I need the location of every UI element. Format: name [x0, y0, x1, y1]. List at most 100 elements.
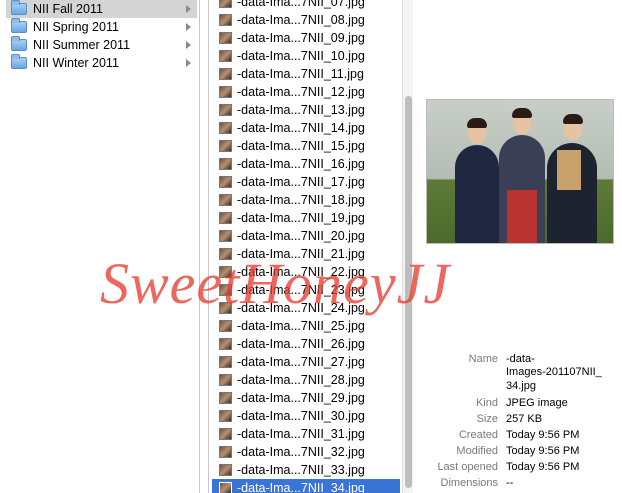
info-label: Dimensions	[440, 477, 498, 489]
image-file-icon	[219, 86, 232, 98]
info-label: Kind	[475, 397, 498, 409]
folder-label: NII Spring 2011	[33, 20, 119, 34]
info-label: Created	[458, 429, 498, 441]
file-item[interactable]: -data-Ima...7NII_28.jpg	[212, 371, 400, 389]
info-created-row: Created Today 9:56 PM	[414, 429, 622, 445]
file-item[interactable]: -data-Ima...7NII_23.jpg	[212, 281, 400, 299]
chevron-right-icon	[186, 41, 191, 49]
file-label: -data-Ima...7NII_32.jpg	[237, 445, 365, 459]
image-file-icon	[219, 122, 232, 134]
image-file-icon	[219, 320, 232, 332]
image-file-icon	[219, 428, 232, 440]
folder-label: NII Summer 2011	[33, 38, 131, 52]
file-item[interactable]: -data-Ima...7NII_17.jpg	[212, 173, 400, 191]
file-item[interactable]: -data-Ima...7NII_10.jpg	[212, 47, 400, 65]
file-label: -data-Ima...7NII_08.jpg	[237, 13, 365, 27]
file-item[interactable]: -data-Ima...7NII_29.jpg	[212, 389, 400, 407]
file-label: -data-Ima...7NII_28.jpg	[237, 373, 365, 387]
file-item[interactable]: -data-Ima...7NII_12.jpg	[212, 83, 400, 101]
image-file-icon	[219, 374, 232, 386]
file-list-scrollbar[interactable]	[402, 0, 413, 493]
file-label: -data-Ima...7NII_13.jpg	[237, 103, 365, 117]
file-item[interactable]: -data-Ima...7NII_22.jpg	[212, 263, 400, 281]
image-file-icon	[219, 230, 232, 242]
image-file-icon	[219, 446, 232, 458]
file-item[interactable]: -data-Ima...7NII_20.jpg	[212, 227, 400, 245]
info-label: Size	[476, 413, 498, 425]
file-label: -data-Ima...7NII_09.jpg	[237, 31, 365, 45]
file-label: -data-Ima...7NII_16.jpg	[237, 157, 365, 171]
file-item[interactable]: -data-Ima...7NII_18.jpg	[212, 191, 400, 209]
file-item[interactable]: -data-Ima...7NII_34.jpg	[212, 479, 400, 493]
info-value: JPEG image	[506, 397, 568, 409]
folder-label: NII Fall 2011	[33, 2, 103, 16]
chevron-right-icon	[186, 5, 191, 13]
file-item[interactable]: -data-Ima...7NII_11.jpg	[212, 65, 400, 83]
file-item[interactable]: -data-Ima...7NII_21.jpg	[212, 245, 400, 263]
image-file-icon	[219, 356, 232, 368]
file-label: -data-Ima...7NII_19.jpg	[237, 211, 365, 225]
file-item[interactable]: -data-Ima...7NII_08.jpg	[212, 11, 400, 29]
file-item[interactable]: -data-Ima...7NII_07.jpg	[212, 0, 400, 11]
image-file-icon	[219, 284, 232, 296]
image-file-icon	[219, 194, 232, 206]
folder-item-fall-2011[interactable]: NII Fall 2011	[6, 0, 197, 18]
file-item[interactable]: -data-Ima...7NII_14.jpg	[212, 119, 400, 137]
file-label: -data-Ima...7NII_31.jpg	[237, 427, 365, 441]
info-value: --	[506, 477, 514, 489]
info-value: 257 KB	[506, 413, 543, 425]
file-label: -data-Ima...7NII_12.jpg	[237, 85, 365, 99]
file-item[interactable]: -data-Ima...7NII_25.jpg	[212, 317, 400, 335]
file-item[interactable]: -data-Ima...7NII_09.jpg	[212, 29, 400, 47]
file-item[interactable]: -data-Ima...7NII_13.jpg	[212, 101, 400, 119]
image-file-icon	[219, 302, 232, 314]
file-label: -data-Ima...7NII_17.jpg	[237, 175, 365, 189]
folder-column: NII Fall 2011 NII Spring 2011 NII Summer…	[0, 0, 199, 493]
info-name-row-3: 34.jpg	[414, 380, 622, 396]
column-divider[interactable]	[199, 0, 200, 493]
image-file-icon	[219, 50, 232, 62]
file-label: -data-Ima...7NII_23.jpg	[237, 283, 365, 297]
file-label: -data-Ima...7NII_10.jpg	[237, 49, 365, 63]
scrollbar-thumb[interactable]	[405, 96, 412, 488]
folder-item-winter-2011[interactable]: NII Winter 2011	[6, 54, 197, 72]
info-label: Modified	[456, 445, 498, 457]
image-file-icon	[219, 158, 232, 170]
info-modified-row: Modified Today 9:56 PM	[414, 445, 622, 461]
file-label: -data-Ima...7NII_21.jpg	[237, 247, 365, 261]
file-item[interactable]: -data-Ima...7NII_30.jpg	[212, 407, 400, 425]
image-file-icon	[219, 248, 232, 260]
file-item[interactable]: -data-Ima...7NII_16.jpg	[212, 155, 400, 173]
file-item[interactable]: -data-Ima...7NII_19.jpg	[212, 209, 400, 227]
image-file-icon	[219, 410, 232, 422]
image-file-icon	[219, 176, 232, 188]
file-label: -data-Ima...7NII_14.jpg	[237, 121, 365, 135]
info-value: 34.jpg	[506, 380, 536, 392]
image-preview	[426, 99, 614, 244]
file-item[interactable]: -data-Ima...7NII_33.jpg	[212, 461, 400, 479]
file-item[interactable]: -data-Ima...7NII_24.jpg	[212, 299, 400, 317]
file-label: -data-Ima...7NII_27.jpg	[237, 355, 365, 369]
image-file-icon	[219, 140, 232, 152]
image-file-icon	[219, 392, 232, 404]
info-value: -data-	[506, 353, 535, 365]
file-item[interactable]: -data-Ima...7NII_32.jpg	[212, 443, 400, 461]
folder-item-spring-2011[interactable]: NII Spring 2011	[6, 18, 197, 36]
file-item[interactable]: -data-Ima...7NII_31.jpg	[212, 425, 400, 443]
file-label: -data-Ima...7NII_30.jpg	[237, 409, 365, 423]
file-label: -data-Ima...7NII_07.jpg	[237, 0, 365, 9]
preview-column: Name -data- Images-201107NII_ 34.jpg Kin…	[414, 0, 622, 493]
file-item[interactable]: -data-Ima...7NII_15.jpg	[212, 137, 400, 155]
file-label: -data-Ima...7NII_11.jpg	[237, 67, 364, 81]
file-label: -data-Ima...7NII_29.jpg	[237, 391, 365, 405]
info-label: Name	[468, 353, 498, 365]
file-item[interactable]: -data-Ima...7NII_26.jpg	[212, 335, 400, 353]
folder-item-summer-2011[interactable]: NII Summer 2011	[6, 36, 197, 54]
info-kind-row: Kind JPEG image	[414, 397, 622, 413]
folder-icon	[11, 18, 27, 33]
file-label: -data-Ima...7NII_24.jpg	[237, 301, 365, 315]
image-file-icon	[219, 266, 232, 278]
info-label: Last opened	[437, 461, 498, 473]
file-item[interactable]: -data-Ima...7NII_27.jpg	[212, 353, 400, 371]
info-value: Today 9:56 PM	[506, 461, 580, 473]
